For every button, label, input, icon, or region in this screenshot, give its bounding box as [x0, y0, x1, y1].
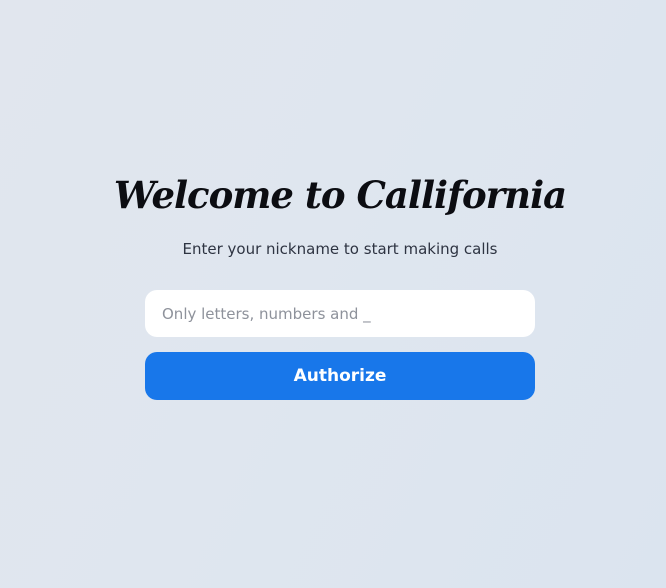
page-title: Welcome to Callifornia — [113, 173, 567, 217]
authorize-button[interactable]: Authorize — [145, 352, 535, 400]
nickname-input[interactable] — [145, 290, 535, 337]
page-subtitle: Enter your nickname to start making call… — [182, 240, 498, 258]
login-card: Welcome to Callifornia Enter your nickna… — [114, 168, 567, 400]
